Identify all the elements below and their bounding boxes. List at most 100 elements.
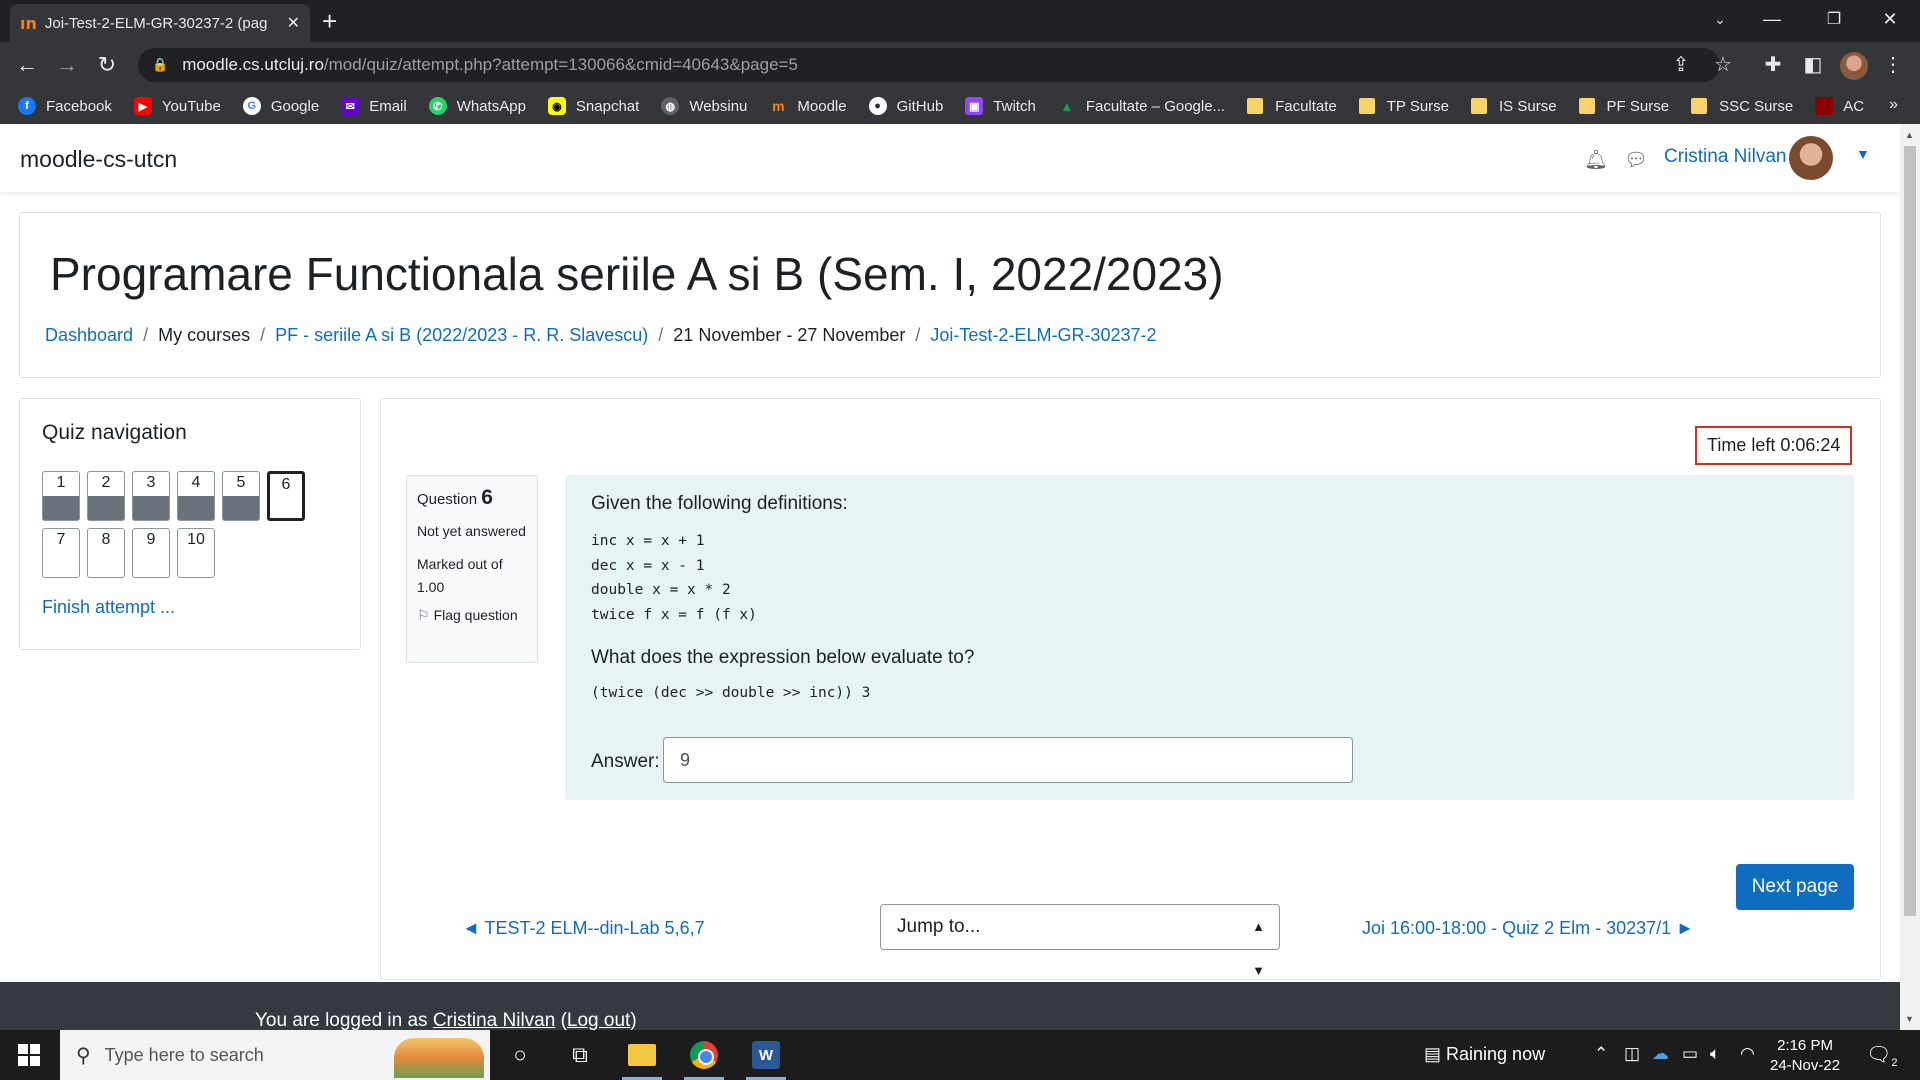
reload-icon[interactable]: ↻ — [92, 50, 122, 80]
quiz-nav-question-8[interactable]: 8 — [87, 528, 125, 578]
restore-icon[interactable]: ❐ — [1806, 0, 1862, 38]
breadcrumb-week: 21 November - 27 November — [673, 325, 906, 345]
bookmark-folder-pf-surse[interactable]: PF Surse — [1578, 98, 1669, 115]
task-view-icon[interactable]: ⧉ — [550, 1030, 610, 1080]
bookmark-facultate-google[interactable]: ▲ Facultate – Google... — [1058, 97, 1225, 115]
quiz-nav-question-7[interactable]: 7 — [42, 528, 80, 578]
windows-start-icon[interactable] — [18, 1044, 40, 1066]
chevron-down-icon[interactable]: ▼ — [1856, 146, 1870, 162]
chat-icon[interactable]: 💬︎ — [1624, 148, 1648, 172]
bookmark-label: YouTube — [161, 97, 221, 115]
cortana-icon[interactable]: ○ — [490, 1030, 550, 1080]
bookmarks-bar: f Facebook ▶ YouTube G Google ✉ Email ✆ Whats… — [0, 88, 1920, 124]
next-activity-link[interactable]: Joi 16:00-18:00 - Quiz 2 Elm - 30237/1 ► — [1362, 918, 1694, 939]
address-bar[interactable]: 🔒 moodle.cs.utcluj.ro/mod/quiz/attempt.p… — [138, 48, 1720, 82]
quiz-nav-question-10[interactable]: 10 — [177, 528, 215, 578]
notification-center-icon[interactable]: 🗨︎2 — [1866, 1042, 1898, 1069]
logout-link[interactable]: Log out — [567, 1010, 630, 1030]
bookmark-label: TP Surse — [1386, 97, 1450, 115]
scroll-down-icon[interactable]: ▼ — [1905, 1014, 1914, 1024]
forward-icon[interactable]: → — [52, 50, 82, 80]
share-icon[interactable]: ⇪ — [1666, 50, 1696, 80]
quiz-timer: Time left 0:06:24 — [1695, 426, 1853, 465]
bookmark-folder-facultate[interactable]: Facultate — [1247, 98, 1337, 115]
taskbar-search[interactable]: ⚲ Type here to search — [60, 1030, 490, 1080]
page-scrollbar[interactable]: ▲ ▼ — [1900, 124, 1920, 1030]
bookmark-ac[interactable]: AC — [1815, 97, 1864, 115]
bookmark-label: Google — [270, 97, 320, 115]
breadcrumb-dashboard[interactable]: Dashboard — [45, 325, 133, 346]
flag-question-button[interactable]: ⚐ Flag question — [417, 607, 527, 624]
question-number: 1 — [56, 474, 66, 491]
quiz-nav-question-6[interactable]: 6 — [267, 471, 305, 521]
quiz-nav-question-3[interactable]: 3 — [132, 471, 170, 521]
breadcrumb-quiz[interactable]: Joi-Test-2-ELM-GR-30237-2 — [930, 325, 1156, 346]
wifi-icon[interactable]: ◠ — [1740, 1044, 1755, 1064]
side-panel-icon[interactable]: ◧ — [1798, 50, 1828, 80]
google-drive-icon: ▲ — [1059, 98, 1074, 114]
quiz-nav-question-1[interactable]: 1 — [42, 471, 80, 521]
bookmark-facebook[interactable]: f Facebook — [18, 97, 112, 115]
quiz-nav-question-2[interactable]: 2 — [87, 471, 125, 521]
extensions-icon[interactable]: ✚ — [1758, 50, 1788, 80]
browser-tab[interactable]: ın Joi-Test-2-ELM-GR-30237-2 (pag ✕ — [10, 4, 310, 42]
bookmark-folder-is-surse[interactable]: IS Surse — [1471, 98, 1557, 115]
scrollbar-thumb[interactable] — [1904, 146, 1916, 916]
question-info: Question 6 Not yet answered Marked out o… — [406, 475, 538, 663]
word-icon[interactable]: W — [736, 1030, 796, 1080]
browser-menu-icon[interactable]: ⋮ — [1878, 50, 1908, 80]
taskbar-search-placeholder: Type here to search — [104, 1044, 264, 1065]
battery-icon[interactable]: ▭ — [1682, 1044, 1698, 1064]
quiz-nav-question-5[interactable]: 5 — [222, 471, 260, 521]
bookmark-whatsapp[interactable]: ✆ WhatsApp — [428, 97, 526, 115]
browser-profile-avatar[interactable] — [1840, 52, 1868, 80]
quiz-nav-question-4[interactable]: 4 — [177, 471, 215, 521]
chrome-icon[interactable] — [674, 1030, 734, 1080]
logged-in-info: You are logged in as Cristina Nilvan (Lo… — [255, 1010, 637, 1030]
finish-attempt-link[interactable]: Finish attempt ... — [42, 597, 175, 618]
site-brand[interactable]: moodle-cs-utcn — [20, 146, 177, 173]
bookmark-folder-tp-surse[interactable]: TP Surse — [1358, 97, 1450, 115]
bookmark-folder-ssc-surse[interactable]: SSC Surse — [1691, 98, 1793, 115]
answered-indicator — [223, 496, 259, 520]
bookmark-twitch[interactable]: ▣ Twitch — [965, 97, 1036, 115]
tab-search-icon[interactable]: ⌄ — [1692, 0, 1748, 38]
minimize-icon[interactable]: — — [1744, 0, 1800, 38]
bookmark-snapchat[interactable]: ◉ Snapchat — [547, 97, 639, 115]
scroll-up-icon[interactable]: ▲ — [1905, 130, 1914, 140]
question-grade: Marked out of 1.00 — [417, 556, 503, 595]
jump-to-select[interactable]: Jump to... ▲ ▼ — [880, 904, 1280, 978]
bookmark-star-icon[interactable]: ☆ — [1708, 50, 1738, 80]
show-hidden-icons-icon[interactable]: ⌃ — [1594, 1044, 1608, 1064]
breadcrumb-course[interactable]: PF - seriile A si B (2022/2023 - R. R. S… — [275, 325, 648, 346]
bookmark-youtube[interactable]: ▶ YouTube — [133, 97, 221, 115]
clock-date: 24-Nov-22 — [1770, 1057, 1841, 1074]
bookmark-label: Email — [369, 97, 407, 115]
weather-widget[interactable]: ▤ Raining now — [1424, 1044, 1545, 1065]
new-tab-button[interactable]: + — [322, 6, 337, 36]
volume-muted-icon[interactable]: 🔈︎ — [1710, 1044, 1720, 1064]
bell-icon[interactable]: 🔔︎ — [1584, 148, 1608, 172]
bookmarks-overflow-icon[interactable]: » — [1889, 96, 1898, 114]
bookmark-github[interactable]: ● GitHub — [868, 97, 943, 115]
bookmark-google[interactable]: G Google — [242, 97, 320, 115]
expression-code: (twice (dec >> double >> inc)) 3 — [591, 685, 871, 701]
avatar[interactable] — [1789, 136, 1833, 180]
next-page-button[interactable]: Next page — [1736, 864, 1854, 910]
close-tab-icon[interactable]: ✕ — [287, 13, 300, 33]
file-explorer-icon[interactable] — [612, 1030, 672, 1080]
answered-indicator — [88, 496, 124, 520]
bookmark-email[interactable]: ✉ Email — [341, 97, 407, 115]
user-name[interactable]: Cristina Nilvan — [1664, 146, 1786, 168]
quiz-nav-question-9[interactable]: 9 — [132, 528, 170, 578]
previous-activity-link[interactable]: ◄ TEST-2 ELM--din-Lab 5,6,7 — [462, 918, 705, 939]
answer-input[interactable] — [663, 737, 1353, 783]
close-window-icon[interactable]: ✕ — [1862, 0, 1918, 38]
meet-now-icon[interactable]: ◫ — [1624, 1044, 1640, 1064]
taskbar-clock[interactable]: 2:16 PM 24-Nov-22 — [1770, 1036, 1840, 1076]
bookmark-websinu[interactable]: ◍ Websinu — [661, 97, 747, 115]
back-icon[interactable]: ← — [12, 50, 42, 80]
footer-user-link[interactable]: Cristina Nilvan — [433, 1010, 555, 1030]
bookmark-moodle[interactable]: m Moodle — [769, 97, 846, 115]
onedrive-icon[interactable]: ☁ — [1652, 1044, 1669, 1064]
